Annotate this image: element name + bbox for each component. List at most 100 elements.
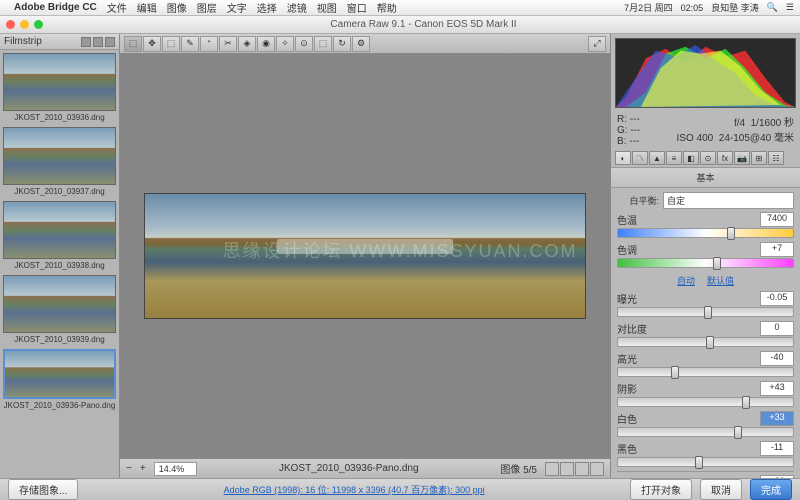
tab-presets-icon[interactable]: ⊞ [751,151,767,165]
tab-fx-icon[interactable]: fx [717,151,733,165]
status-day: 7月2日 周四 [624,1,673,14]
thumb-item[interactable]: JKOST_2010_03936.dng [3,53,116,124]
radial-filter-icon[interactable]: ↻ [333,36,351,52]
cancel-button[interactable]: 取消 [700,479,742,500]
filmstrip-title: Filmstrip [4,36,42,47]
wb-label: 白平衡: [617,194,659,207]
thumb-image [3,53,116,111]
thumb-label: JKOST_2010_03939.dng [3,333,116,346]
whites-slider[interactable]: 白色+33 [617,411,794,437]
filmstrip-header: Filmstrip [0,34,119,50]
menu-image[interactable]: 图像 [167,0,187,15]
image-counter: 图像 5/5 [500,461,537,476]
spot-removal-icon[interactable]: ◉ [257,36,275,52]
save-image-button[interactable]: 存储图象... [8,479,78,500]
panel-title: 基本 [611,168,800,188]
filmstrip-panel: Filmstrip JKOST_2010_03936.dng JKOST_201… [0,34,120,478]
right-panel: R: --- G: --- B: --- f/4 1/1600 秒 ISO 40… [610,34,800,478]
close-button[interactable] [6,20,15,29]
prefs-icon[interactable]: ⚙ [352,36,370,52]
clarity-slider[interactable]: 清晰度+30 [617,475,794,478]
view-before-after-icon[interactable] [575,462,589,476]
exposure-slider[interactable]: 曝光-0.05 [617,291,794,317]
zoom-in-button[interactable]: + [140,463,146,474]
auto-link[interactable]: 自动 [677,274,695,287]
temp-slider[interactable]: 色温7400 [617,212,794,238]
filmstrip-body[interactable]: JKOST_2010_03936.dng JKOST_2010_03937.dn… [0,50,119,478]
tab-split-icon[interactable]: ◧ [683,151,699,165]
thumb-item[interactable]: JKOST_2010_03939.dng [3,275,116,346]
adjustment-brush-icon[interactable]: ⊙ [295,36,313,52]
view-highlight-clip-icon[interactable] [560,462,574,476]
window-titlebar: Camera Raw 9.1 - Canon EOS 5D Mark II [0,16,800,34]
tab-curve-icon[interactable]: 〽 [632,151,648,165]
menu-view[interactable]: 视图 [317,0,337,15]
tint-slider[interactable]: 色调+7 [617,242,794,268]
maximize-button[interactable] [34,20,43,29]
thumb-label: JKOST_2010_03938.dng [3,259,116,272]
menu-file[interactable]: 文件 [107,0,127,15]
tab-snapshots-icon[interactable]: ☷ [768,151,784,165]
filmstrip-filter-icon[interactable] [81,37,91,47]
app-name[interactable]: Adobe Bridge CC [14,2,97,13]
filmstrip-menu-icon[interactable] [105,37,115,47]
grad-filter-icon[interactable]: ⬚ [314,36,332,52]
menu-select[interactable]: 选择 [257,0,277,15]
contrast-slider[interactable]: 对比度0 [617,321,794,347]
open-button[interactable]: 打开对象 [630,479,692,500]
histogram[interactable] [615,38,796,108]
menu-extra-icon[interactable]: ☰ [786,2,794,13]
redeye-tool-icon[interactable]: ✧ [276,36,294,52]
menu-layer[interactable]: 图层 [197,0,217,15]
thumb-image [3,201,116,259]
tab-camera-icon[interactable]: 📷 [734,151,750,165]
blacks-slider[interactable]: 黑色-11 [617,441,794,467]
preview-area[interactable]: 思缘设计论坛 WWW.MISSYUAN.COM [120,54,610,458]
thumb-item[interactable]: JKOST_2010_03938.dng [3,201,116,272]
workflow-link[interactable]: Adobe RGB (1998): 16 位: 11998 x 3396 (40… [86,483,622,496]
shadows-slider[interactable]: 阴影+43 [617,381,794,407]
minimize-button[interactable] [20,20,29,29]
tab-detail-icon[interactable]: ▲ [649,151,665,165]
status-user[interactable]: 良知塾 李涛 [711,1,759,14]
menu-edit[interactable]: 编辑 [137,0,157,15]
menu-help[interactable]: 帮助 [377,0,397,15]
dialog-footer: 存储图象... Adobe RGB (1998): 16 位: 11998 x … [0,478,800,500]
tab-basic-icon[interactable]: ◐ [615,151,631,165]
thumb-label: JKOST_2010_03936-Pano.dng [3,399,116,412]
thumb-label: JKOST_2010_03936.dng [3,111,116,124]
color-sampler-icon[interactable]: ✎ [181,36,199,52]
center-panel: ⬚ ✥ ⬚ ✎ ᐩ ✂ ◈ ◉ ✧ ⊙ ⬚ ↻ ⚙ ⤢ 思缘设计论坛 WWW.M… [120,34,610,478]
menu-filter[interactable]: 滤镜 [287,0,307,15]
panel-tabs: ◐ 〽 ▲ ≡ ◧ ⊙ fx 📷 ⊞ ☷ [611,149,800,168]
menu-type[interactable]: 文字 [227,0,247,15]
default-link[interactable]: 默认值 [707,274,734,287]
preview-footer: − + 14.4% JKOST_2010_03936-Pano.dng 图像 5… [120,458,610,478]
hand-tool-icon[interactable]: ✥ [143,36,161,52]
thumb-item-selected[interactable]: JKOST_2010_03936-Pano.dng [3,349,116,412]
filmstrip-sort-icon[interactable] [93,37,103,47]
straighten-tool-icon[interactable]: ◈ [238,36,256,52]
done-button[interactable]: 完成 [750,479,792,500]
wb-tool-icon[interactable]: ⬚ [162,36,180,52]
toolbar: ⬚ ✥ ⬚ ✎ ᐩ ✂ ◈ ◉ ✧ ⊙ ⬚ ↻ ⚙ ⤢ [120,34,610,54]
tab-hsl-icon[interactable]: ≡ [666,151,682,165]
thumb-item[interactable]: JKOST_2010_03937.dng [3,127,116,198]
menu-window[interactable]: 窗口 [347,0,367,15]
wb-select[interactable]: 自定 [663,192,794,209]
zoom-tool-icon[interactable]: ⬚ [124,36,142,52]
highlights-slider[interactable]: 高光-40 [617,351,794,377]
search-icon[interactable]: 🔍 [767,2,778,13]
crop-tool-icon[interactable]: ✂ [219,36,237,52]
basic-controls: 白平衡: 自定 色温7400 色调+7 自动默认值 曝光-0.05 对比度0 高… [611,188,800,478]
zoom-out-button[interactable]: − [126,463,132,474]
preview-filename: JKOST_2010_03936-Pano.dng [279,463,419,474]
toggle-preview-icon[interactable]: ⤢ [588,36,606,52]
view-shadow-clip-icon[interactable] [545,462,559,476]
traffic-lights [6,20,43,29]
tab-lens-icon[interactable]: ⊙ [700,151,716,165]
view-swap-icon[interactable] [590,462,604,476]
zoom-level-select[interactable]: 14.4% [154,462,198,476]
preview-image [144,193,586,318]
target-adjust-icon[interactable]: ᐩ [200,36,218,52]
